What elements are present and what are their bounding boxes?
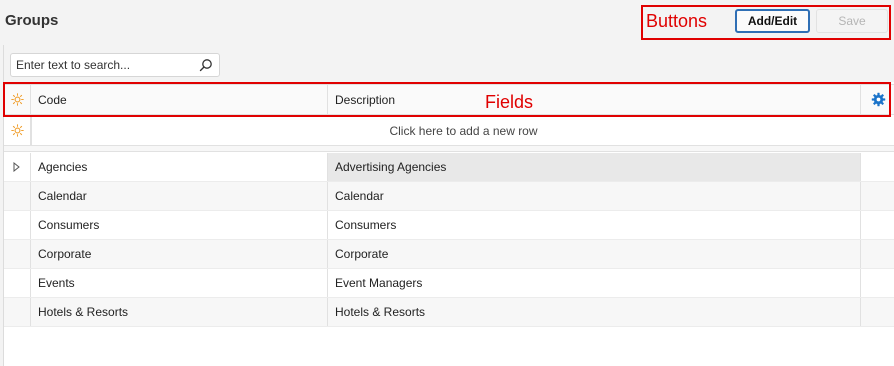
cell-code[interactable]: Hotels & Resorts [31, 298, 328, 326]
table-row[interactable]: Events Event Managers [4, 269, 894, 298]
sun-icon [10, 124, 24, 137]
row-indicator[interactable] [4, 269, 31, 297]
table-row[interactable]: Hotels & Resorts Hotels & Resorts [4, 298, 894, 327]
chevron-right-icon [13, 162, 20, 172]
new-row-indicator [4, 116, 31, 145]
save-button[interactable]: Save [816, 9, 888, 33]
cell-code[interactable]: Consumers [31, 211, 328, 239]
search-icon[interactable] [199, 58, 213, 72]
cell-code[interactable]: Calendar [31, 182, 328, 210]
row-indicator[interactable] [4, 182, 31, 210]
add-new-row-link[interactable]: Click here to add a new row [31, 116, 894, 145]
buttons-annotation-label: Buttons [646, 11, 708, 31]
row-indicator[interactable] [4, 240, 31, 268]
cell-description[interactable]: Consumers [328, 211, 861, 239]
new-row[interactable]: Click here to add a new row [4, 116, 894, 146]
row-indicator[interactable] [4, 211, 31, 239]
search-input[interactable] [16, 57, 191, 73]
row-indicator[interactable] [4, 298, 31, 326]
fields-annotation-label: Fields [485, 92, 534, 112]
cell-description[interactable]: Event Managers [328, 269, 861, 297]
cell-description[interactable]: Corporate [328, 240, 861, 268]
table-row[interactable]: Corporate Corporate [4, 240, 894, 269]
search-box[interactable] [10, 53, 220, 77]
table-row[interactable]: Calendar Calendar [4, 182, 894, 211]
page-title: Groups [5, 12, 59, 29]
cell-description[interactable]: Hotels & Resorts [328, 298, 861, 326]
cell-description[interactable]: Advertising Agencies [328, 153, 861, 181]
cell-description[interactable]: Calendar [328, 182, 861, 210]
row-indicator[interactable] [4, 153, 31, 181]
grid-separator [4, 146, 894, 152]
page-header: Groups Buttons Add/Edit Save [0, 0, 894, 44]
cell-code[interactable]: Events [31, 269, 328, 297]
cell-code[interactable]: Corporate [31, 240, 328, 268]
cell-code[interactable]: Agencies [31, 153, 328, 181]
table-row[interactable]: Agencies Advertising Agencies [4, 153, 894, 182]
table-row[interactable]: Consumers Consumers [4, 211, 894, 240]
fields-annotation-box [3, 82, 891, 117]
search-area [4, 45, 894, 82]
grid-rows: Agencies Advertising Agencies Calendar C… [4, 153, 894, 327]
add-edit-button[interactable]: Add/Edit [735, 9, 810, 33]
